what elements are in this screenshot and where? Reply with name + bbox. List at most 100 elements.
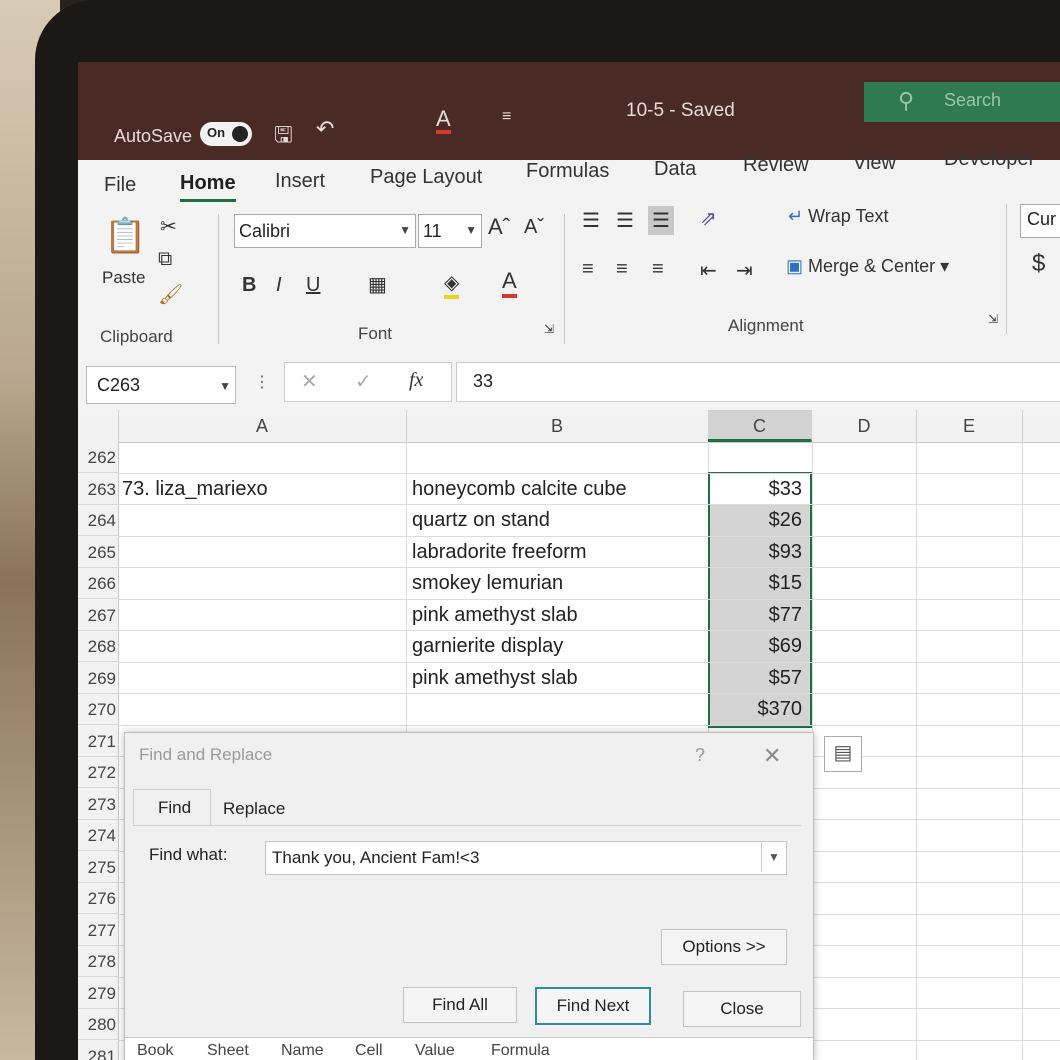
cell-a[interactable]: 73. liza_mariexo	[122, 474, 268, 505]
merge-center-button[interactable]: ▣ Merge & Center ▾	[786, 256, 949, 277]
middle-align-icon[interactable]: ☰	[616, 208, 634, 233]
chevron-down-icon[interactable]: ▼	[761, 842, 786, 872]
format-painter-icon[interactable]: 🖌	[158, 282, 183, 307]
increase-font-icon[interactable]: Aˆ	[488, 214, 510, 240]
tab-developer[interactable]: Developer	[944, 148, 1035, 171]
cell-b[interactable]: pink amethyst slab	[412, 663, 578, 694]
align-right-icon[interactable]: ≡	[652, 258, 664, 281]
row-header[interactable]: 276	[78, 883, 118, 914]
fill-color-icon[interactable]: ◈	[444, 270, 460, 299]
cell-c[interactable]: $26	[708, 505, 812, 536]
bottom-align-icon[interactable]: ☰	[648, 206, 674, 235]
search-box[interactable]: ⚲ Search	[864, 82, 1060, 122]
row-header[interactable]: 281	[78, 1041, 118, 1060]
tab-home[interactable]: Home	[180, 172, 236, 202]
copy-icon[interactable]: ⧉	[158, 248, 172, 271]
font-color-icon[interactable]: A	[502, 268, 517, 298]
row-header[interactable]: 270	[78, 694, 118, 725]
row-header[interactable]: 262	[78, 442, 118, 473]
results-column-formula[interactable]: Formula	[491, 1042, 550, 1060]
cell-b[interactable]: labradorite freeform	[412, 537, 587, 568]
increase-indent-icon[interactable]: ⇥	[736, 258, 753, 283]
cut-icon[interactable]: ✂	[160, 214, 177, 239]
column-header-b[interactable]: B	[406, 410, 709, 442]
insert-function-button[interactable]: fx	[409, 369, 423, 392]
underline-button[interactable]: U	[306, 274, 320, 297]
bold-button[interactable]: B	[242, 274, 256, 297]
row-header[interactable]: 263	[78, 474, 118, 505]
find-all-button[interactable]: Find All	[403, 987, 517, 1023]
font-size-select[interactable]: 11 ▼	[418, 214, 482, 248]
paste-icon[interactable]: 📋	[104, 216, 146, 256]
tab-page-layout[interactable]: Page Layout	[370, 166, 482, 189]
font-name-select[interactable]: Calibri ▼	[234, 214, 416, 248]
decrease-font-icon[interactable]: Aˇ	[524, 216, 544, 239]
column-header-c[interactable]: C	[708, 410, 812, 442]
row-header[interactable]: 274	[78, 820, 118, 851]
top-align-icon[interactable]: ☰	[582, 208, 600, 233]
options-button[interactable]: Options >>	[661, 929, 787, 965]
cell-c[interactable]: $15	[708, 568, 812, 599]
align-left-icon[interactable]: ≡	[582, 258, 594, 281]
close-button[interactable]: Close	[683, 991, 801, 1027]
autosave-toggle[interactable]: On	[200, 122, 252, 146]
cell-c[interactable]: $370	[708, 694, 812, 725]
cell-c[interactable]: $77	[708, 600, 812, 631]
tab-file[interactable]: File	[104, 174, 136, 197]
decrease-indent-icon[interactable]: ⇤	[700, 258, 717, 283]
row-header[interactable]: 267	[78, 600, 118, 631]
tab-view[interactable]: View	[853, 152, 896, 175]
row-header[interactable]: 265	[78, 537, 118, 568]
results-column-name[interactable]: Name	[281, 1042, 324, 1060]
tab-formulas[interactable]: Formulas	[526, 160, 609, 183]
wrap-text-button[interactable]: ↵ Wrap Text	[788, 206, 888, 227]
borders-icon[interactable]: ▦	[368, 272, 387, 297]
alignment-dialog-launcher-icon[interactable]: ⇲	[988, 312, 998, 326]
cell-c[interactable]: $69	[708, 631, 812, 662]
results-column-value[interactable]: Value	[415, 1042, 455, 1060]
enter-icon[interactable]: ✓	[355, 369, 372, 394]
cell-c[interactable]: $93	[708, 537, 812, 568]
row-header[interactable]: 277	[78, 915, 118, 946]
quick-analysis-icon[interactable]: ▤	[824, 736, 862, 772]
more-options-icon[interactable]: ⋮	[254, 372, 270, 392]
column-header-a[interactable]: A	[118, 410, 407, 442]
find-what-input[interactable]: Thank you, Ancient Fam!<3 ▼	[265, 841, 787, 875]
tab-review[interactable]: Review	[743, 154, 809, 177]
results-column-sheet[interactable]: Sheet	[207, 1042, 249, 1060]
help-button[interactable]: ?	[695, 745, 705, 766]
orientation-icon[interactable]: ⇗	[700, 206, 717, 231]
row-header[interactable]: 279	[78, 978, 118, 1009]
close-icon[interactable]: ✕	[763, 743, 781, 769]
column-header-d[interactable]: D	[812, 410, 917, 442]
font-dialog-launcher-icon[interactable]: ⇲	[544, 322, 554, 336]
font-color-quick-icon[interactable]: A	[436, 108, 451, 134]
results-column-cell[interactable]: Cell	[355, 1042, 383, 1060]
tab-insert[interactable]: Insert	[275, 170, 325, 193]
row-header[interactable]: 264	[78, 505, 118, 536]
cell-c[interactable]: $33	[708, 474, 812, 505]
row-header[interactable]: 273	[78, 789, 118, 820]
cell-b[interactable]: pink amethyst slab	[412, 600, 578, 631]
results-column-book[interactable]: Book	[137, 1042, 173, 1060]
cancel-icon[interactable]: ✕	[301, 369, 318, 394]
currency-button[interactable]: $	[1032, 250, 1045, 278]
customize-qat-icon[interactable]: ≡	[502, 108, 511, 126]
cell-c[interactable]: $57	[708, 663, 812, 694]
row-header[interactable]: 269	[78, 663, 118, 694]
number-format-select[interactable]: Cur	[1020, 204, 1060, 238]
tab-replace[interactable]: Replace	[223, 799, 285, 819]
name-box[interactable]: C263 ▼	[86, 366, 236, 404]
row-header[interactable]: 278	[78, 946, 118, 977]
tab-find[interactable]: Find	[133, 789, 211, 826]
row-header[interactable]: 266	[78, 568, 118, 599]
select-all-corner[interactable]	[78, 410, 119, 442]
document-title[interactable]: 10-5 - Saved	[626, 100, 735, 122]
formula-input[interactable]: 33	[456, 362, 1060, 402]
row-header[interactable]: 272	[78, 757, 118, 788]
row-header[interactable]: 280	[78, 1009, 118, 1040]
italic-button[interactable]: I	[276, 274, 282, 297]
cell-b[interactable]: honeycomb calcite cube	[412, 474, 627, 505]
row-header[interactable]: 268	[78, 631, 118, 662]
row-header[interactable]: 275	[78, 852, 118, 883]
